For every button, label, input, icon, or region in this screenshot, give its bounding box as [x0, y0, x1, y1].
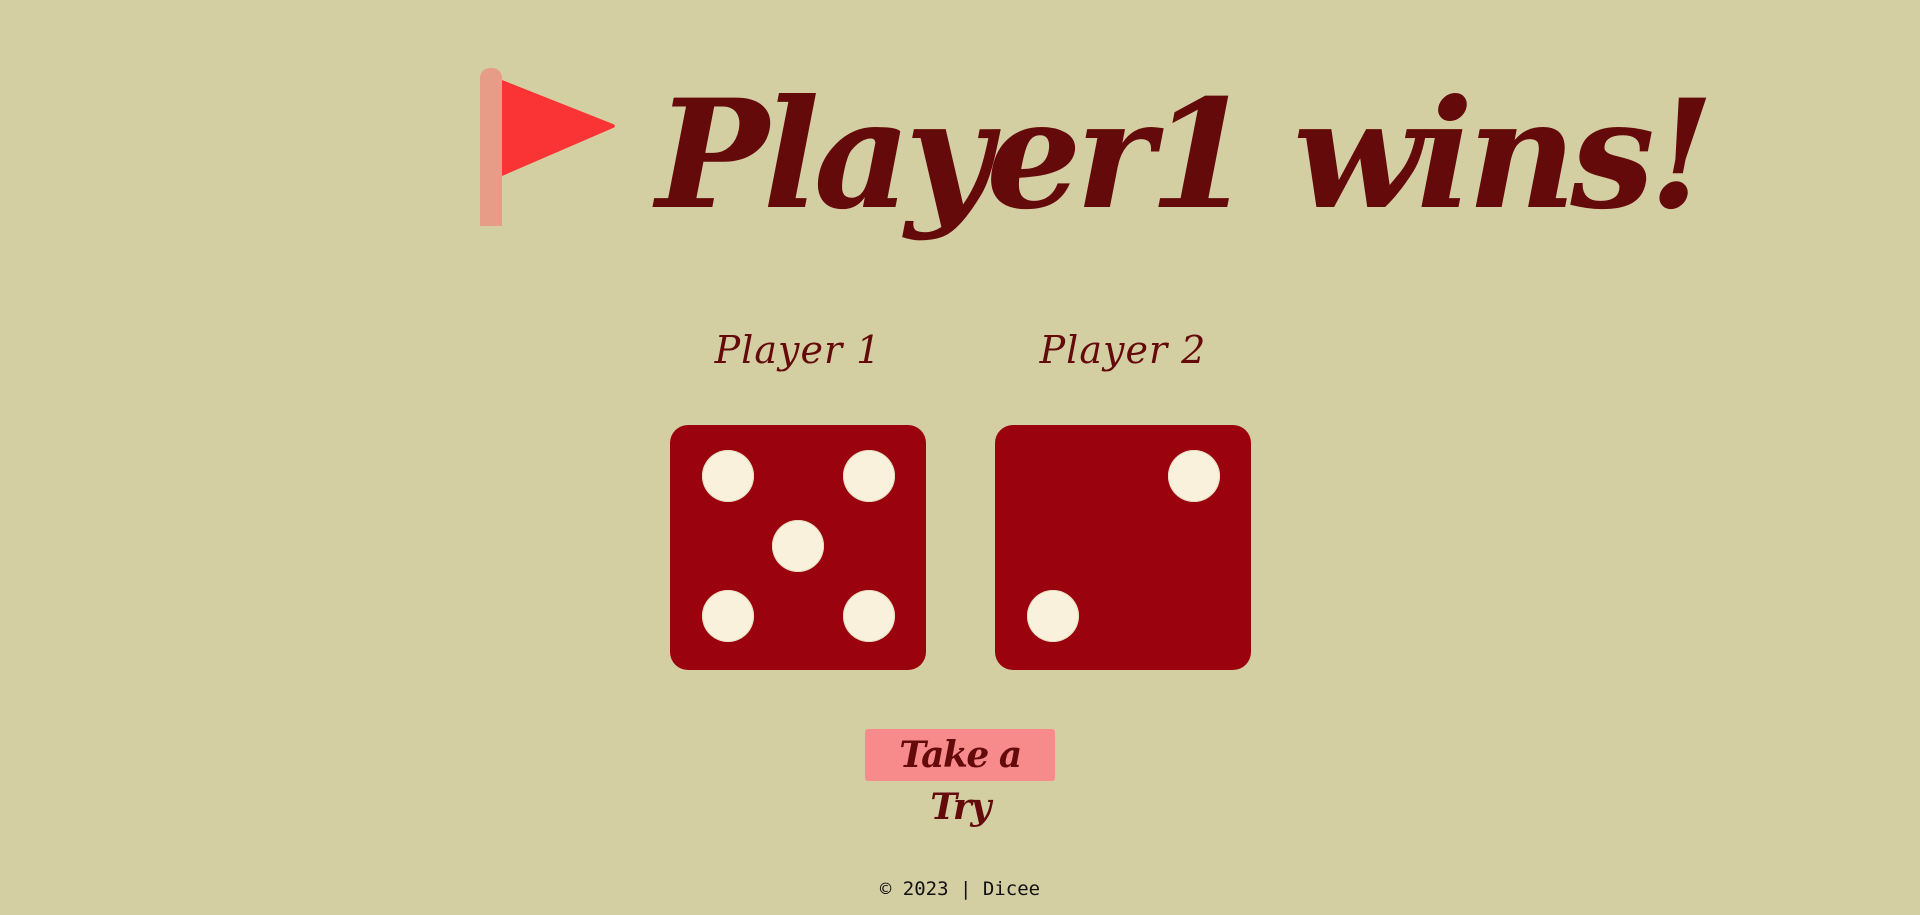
red-flag-icon [480, 68, 615, 226]
player-one-die [670, 425, 926, 670]
die-pip [702, 450, 754, 502]
page-title: Player1 wins! [656, 67, 1715, 243]
player-two-panel: Player 2 [995, 320, 1251, 670]
player-two-name: Player 2 [1039, 328, 1207, 372]
title-row: Player1 wins! [0, 60, 1920, 260]
die-pip [843, 590, 895, 642]
die-pip [772, 520, 824, 572]
player-one-panel: Player 1 [670, 320, 926, 670]
die-pip [702, 590, 754, 642]
footer-copyright: © 2023 | Dicee [879, 878, 1041, 900]
die-pip [1027, 590, 1079, 642]
die-pip [843, 450, 895, 502]
player-one-name: Player 1 [714, 328, 882, 372]
take-a-try-button[interactable]: Take a Try [865, 729, 1055, 828]
player-two-die [995, 425, 1251, 670]
die-pip [1168, 450, 1220, 502]
